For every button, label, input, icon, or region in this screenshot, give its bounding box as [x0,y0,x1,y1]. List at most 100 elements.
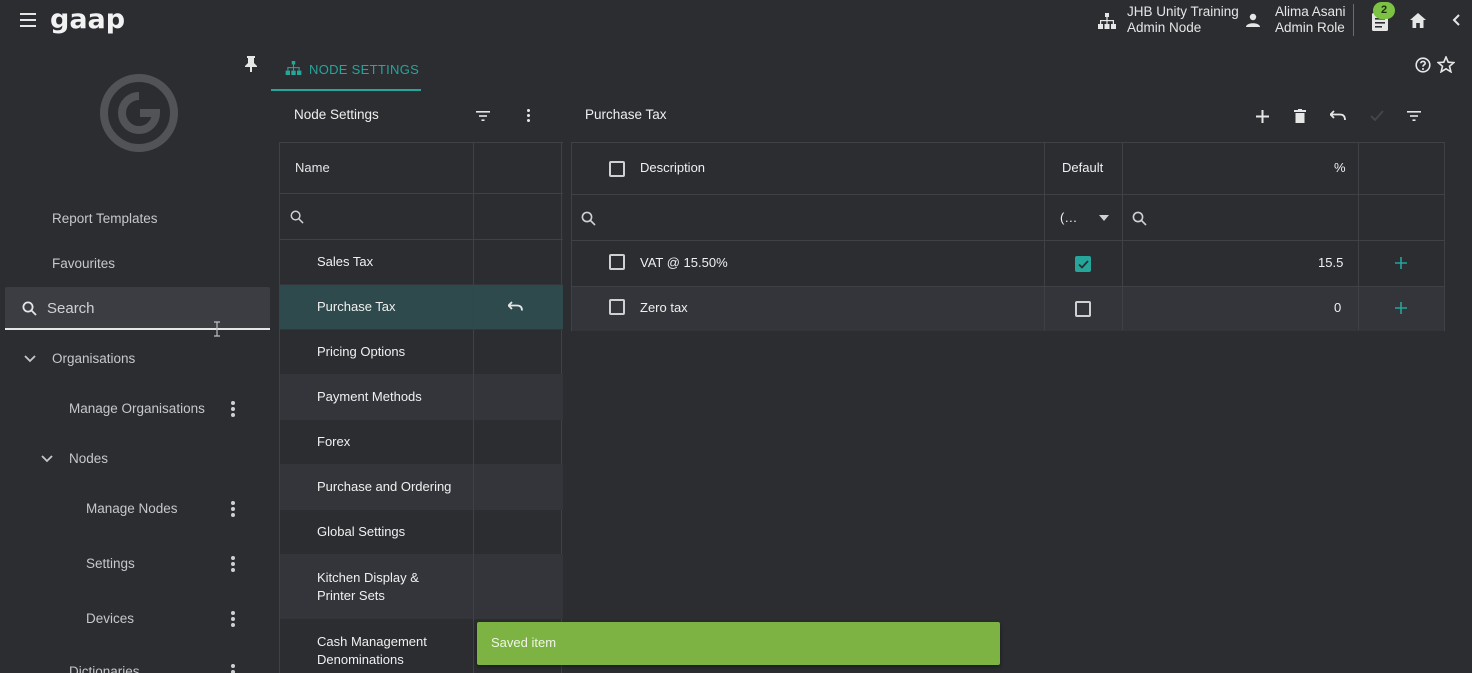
column-header-default[interactable]: Default [1062,160,1103,175]
sidebar-item-dictionaries[interactable]: Dictionaries [69,664,140,673]
list-item[interactable]: Forex [280,420,563,465]
list-item[interactable]: Purchase and Ordering [280,465,563,510]
more-options-icon[interactable] [231,664,235,673]
user-icon[interactable] [1246,13,1260,27]
search-icon [290,210,304,224]
top-bar: gaap JHB Unity Training Admin Node Alima… [0,0,1472,44]
tax-percent[interactable]: 0 [1334,300,1341,315]
chevron-down-icon[interactable] [24,355,36,363]
help-icon[interactable] [1415,57,1431,73]
tax-description[interactable]: Zero tax [640,300,688,315]
sidebar-search-input[interactable] [47,296,257,320]
default-checkbox[interactable] [1075,301,1091,317]
notification-badge: 2 [1373,2,1395,19]
filter-icon[interactable] [1407,110,1421,122]
sidebar-item-manage-organisations[interactable]: Manage Organisations [69,401,205,416]
tax-description[interactable]: VAT @ 15.50% [640,255,728,270]
undo-icon[interactable] [1330,110,1346,122]
node-settings-list: Name Sales Tax Purchase Tax Pricing Opti… [279,142,563,673]
more-options-icon[interactable] [231,556,235,572]
save-check-icon-disabled[interactable] [1370,110,1384,122]
sidebar-item-devices[interactable]: Devices [86,611,134,626]
column-header-percent[interactable]: % [1334,160,1346,175]
list-item[interactable]: Pricing Options [280,330,563,375]
list-item-label: Kitchen Display & Printer Sets [317,570,419,603]
row-divider [572,286,1444,287]
node-hierarchy-icon [285,61,302,75]
node-settings-title: Node Settings [294,107,379,122]
list-item[interactable]: Global Settings [280,510,563,555]
filter-icon[interactable] [476,110,490,122]
table-row-background [572,287,1444,331]
more-options-icon[interactable] [231,501,235,517]
pin-icon[interactable] [244,56,258,72]
name-filter-input[interactable] [310,204,465,228]
chevron-down-icon[interactable] [41,455,53,463]
company-logo-watermark [100,74,178,152]
toast-message: Saved item [491,635,557,650]
more-options-icon[interactable] [527,109,531,123]
sidebar-item-nodes[interactable]: Nodes [69,451,108,466]
sidebar-item-settings[interactable]: Settings [86,556,135,571]
sidebar-search[interactable] [5,287,270,330]
list-item-selected[interactable]: Purchase Tax [280,285,563,330]
default-checkbox-checked[interactable] [1075,256,1091,272]
star-icon[interactable] [1437,56,1455,73]
user-name: Alima Asani [1275,4,1346,19]
current-user[interactable]: Alima Asani Admin Role [1275,4,1346,36]
list-item[interactable]: Payment Methods [280,375,563,420]
list-item[interactable]: Kitchen Display & Printer Sets [280,555,563,619]
home-icon[interactable] [1410,13,1426,28]
current-node[interactable]: JHB Unity Training Admin Node [1127,4,1239,36]
column-divider [1358,143,1359,330]
row-checkbox[interactable] [609,254,625,270]
sidebar-item-organisations[interactable]: Organisations [52,351,135,366]
column-header-description[interactable]: Description [640,160,705,175]
list-item-label: Purchase Tax [317,299,396,314]
node-type: Admin Node [1127,20,1202,35]
more-options-icon[interactable] [231,401,235,417]
user-role: Admin Role [1275,20,1345,35]
more-options-icon[interactable] [231,611,235,627]
chevron-left-icon[interactable] [1450,13,1462,27]
hamburger-menu-icon[interactable] [20,13,36,27]
dropdown-arrow-icon[interactable] [1099,215,1109,221]
node-name: JHB Unity Training [1127,4,1239,19]
list-item-label: Forex [317,434,351,449]
sidebar-item-manage-nodes[interactable]: Manage Nodes [86,501,178,516]
sidebar-item-report-templates[interactable]: Report Templates [52,211,158,226]
add-row-icon[interactable] [1395,257,1407,269]
sidebar: Report Templates Favourites Organisation… [0,44,272,673]
row-divider [572,194,1444,195]
list-item-label: Purchase and Ordering [317,479,452,494]
tab-node-settings[interactable]: NODE SETTINGS [271,50,421,91]
purchase-tax-title: Purchase Tax [585,107,667,122]
text-cursor-icon [214,321,220,337]
list-item-label: Cash Management Denominations [317,634,427,667]
add-icon[interactable] [1256,110,1269,123]
list-item-label: Global Settings [317,524,406,539]
node-hierarchy-icon[interactable] [1098,13,1116,29]
search-icon [1132,211,1147,226]
row-divider [572,240,1444,241]
default-filter-select[interactable]: (… [1060,210,1077,225]
list-item[interactable]: Sales Tax [280,240,563,285]
list-filter-row [280,194,563,240]
tab-label: NODE SETTINGS [309,62,420,77]
sidebar-item-favourites[interactable]: Favourites [52,256,115,271]
add-row-icon[interactable] [1395,302,1407,314]
list-item-label: Pricing Options [317,344,406,359]
column-divider [1122,143,1123,330]
tax-percent[interactable]: 15.5 [1318,255,1343,270]
row-checkbox[interactable] [609,299,625,315]
column-divider [473,142,474,673]
undo-icon[interactable] [508,301,523,313]
list-header: Name [280,142,563,194]
saved-toast: Saved item [477,622,1000,665]
delete-icon[interactable] [1294,109,1306,123]
select-all-checkbox[interactable] [609,161,625,177]
list-item-label: Payment Methods [317,389,422,404]
check-icon [1078,260,1089,269]
column-header-name[interactable]: Name [295,160,330,175]
app-logo[interactable]: gaap [50,4,125,35]
